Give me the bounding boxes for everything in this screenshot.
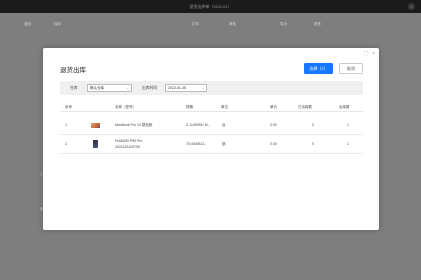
warehouse-label: 仓库 xyxy=(70,86,78,90)
table-header: 序号 名称（型号） 规格 单位 单价 已出库数 出库数 xyxy=(60,104,363,112)
maximize-icon[interactable]: ⛶ xyxy=(364,51,368,57)
table-row[interactable]: 2 HUAWEI P50 Pro 2021120115735 7/14G8/51… xyxy=(60,135,363,154)
close-icon[interactable]: × xyxy=(372,51,375,57)
date-label: 出库时间 xyxy=(142,86,158,90)
col-header: 名称（型号） xyxy=(115,105,136,109)
row-shipped: 0 xyxy=(312,123,314,127)
bg-toolbar-item: 打印 xyxy=(192,22,199,26)
row-index: 1 xyxy=(65,123,67,127)
row-unit: 部 xyxy=(222,142,226,146)
cancel-button[interactable]: 取消 xyxy=(339,63,363,74)
bg-toolbar-item: 返回 xyxy=(24,22,31,26)
col-header: 出库数 xyxy=(339,105,350,109)
background-toolbar: 返回 保存 打印 审核 导出 更多 xyxy=(14,20,414,29)
warehouse-select[interactable]: 默认仓库 ⌄ xyxy=(87,84,132,92)
bg-toolbar-item: 保存 xyxy=(54,22,61,26)
row-price: 0.00 xyxy=(270,123,277,127)
table-row[interactable]: 1 MacBook Pro 14 银色款 Z-1139991/ M... 台 0… xyxy=(60,116,363,135)
chevron-down-icon: ⌄ xyxy=(126,86,129,90)
window-title: 退货出库单（2011.01） xyxy=(189,4,232,9)
bg-toolbar-item: 导出 xyxy=(280,22,287,26)
row-name: MacBook Pro 14 银色款 xyxy=(115,123,153,127)
filter-bar: 仓库 默认仓库 ⌄ 出库时间 2022-01-05 ⌄ xyxy=(60,81,363,95)
date-picker[interactable]: 2022-01-05 ⌄ xyxy=(165,84,207,92)
col-header: 序号 xyxy=(65,105,72,109)
warehouse-value: 默认仓库 xyxy=(90,86,104,90)
col-header: 单位 xyxy=(221,105,228,109)
phone-thumbnail-icon xyxy=(93,140,98,148)
col-header: 规格 xyxy=(186,105,193,109)
window-titlebar: 退货出库单（2011.01） × xyxy=(0,0,421,13)
col-header: 单价 xyxy=(270,105,277,109)
row-index: 2 xyxy=(65,142,67,146)
dialog-controls: ⛶ × xyxy=(361,51,375,57)
row-qty[interactable]: 1 xyxy=(347,142,349,146)
bg-toolbar-item: 审核 xyxy=(229,22,236,26)
row-shipped: 0 xyxy=(312,142,314,146)
row-spec: 7/14G8/512... xyxy=(186,142,208,146)
col-header: 已出库数 xyxy=(298,105,312,109)
window-close-icon[interactable]: × xyxy=(408,3,415,10)
row-name: HUAWEI P50 Pro xyxy=(115,139,143,143)
bg-toolbar-item: 更多 xyxy=(314,22,321,26)
row-qty[interactable]: 1 xyxy=(347,123,349,127)
dialog-title: 退货出库 xyxy=(60,67,86,74)
row-price: 0.00 xyxy=(270,142,277,146)
chevron-down-icon: ⌄ xyxy=(201,86,204,90)
row-name-code: 2021120115735 xyxy=(115,145,140,149)
return-outbound-dialog: ⛶ × 退货出库 选择（2） 取消 仓库 默认仓库 ⌄ 出库时间 2022-01… xyxy=(43,48,379,230)
row-spec: Z-1139991/ M... xyxy=(186,123,211,127)
date-value: 2022-01-05 xyxy=(168,86,186,90)
row-unit: 台 xyxy=(222,123,226,127)
confirm-select-button[interactable]: 选择（2） xyxy=(304,63,333,74)
laptop-thumbnail-icon xyxy=(91,123,100,128)
